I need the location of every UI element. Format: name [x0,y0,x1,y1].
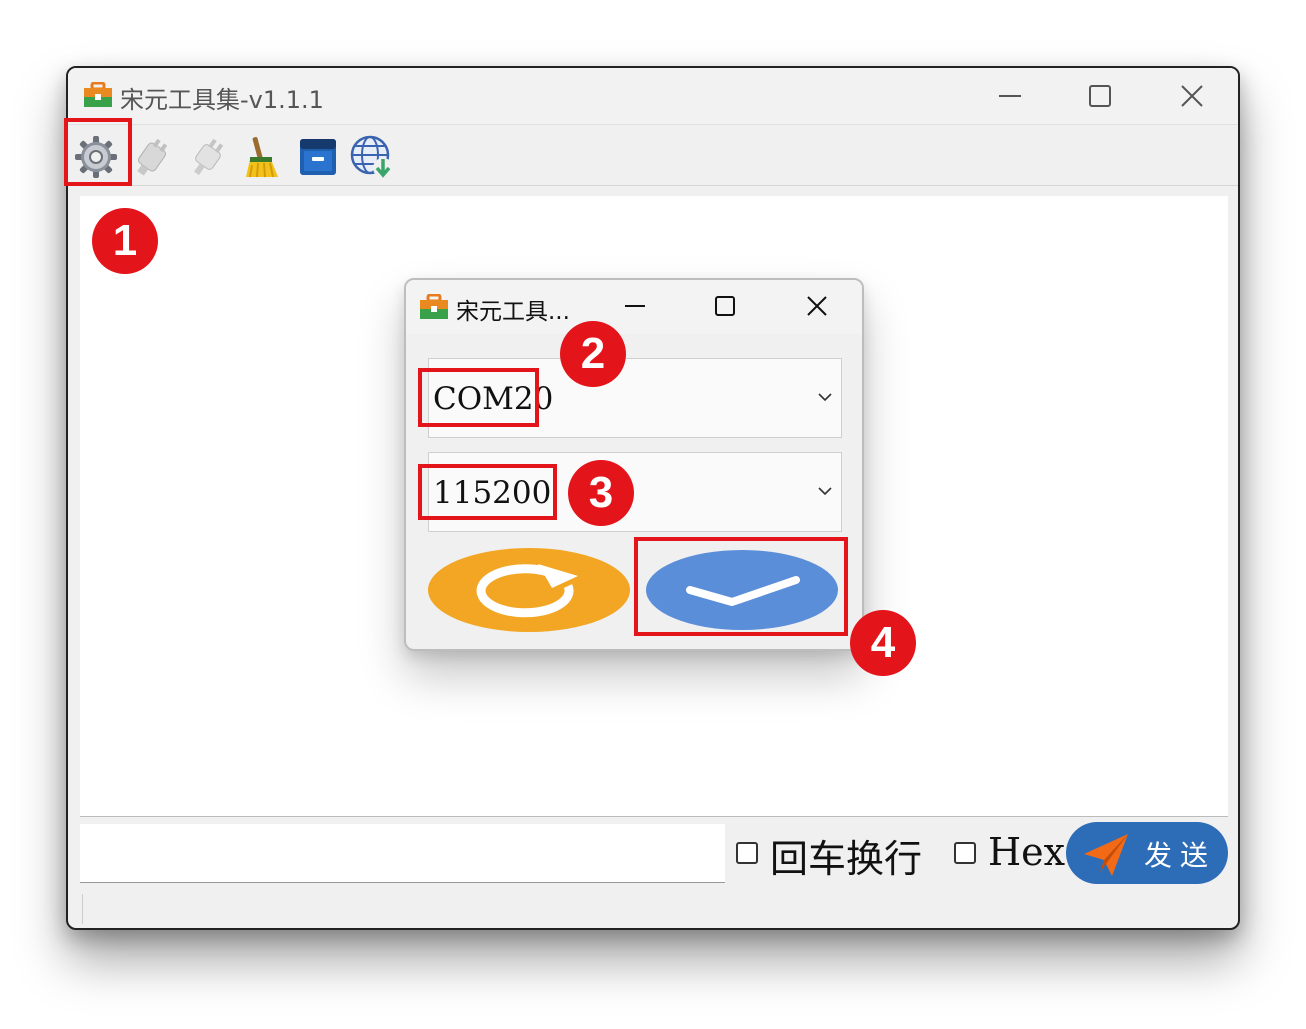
download-button[interactable] [348,133,396,181]
maximize-icon [715,296,735,316]
baud-highlight [418,464,557,520]
dialog-title-bar: 宋元工具... [406,280,862,334]
broom-icon [246,137,278,178]
save-button[interactable] [294,133,342,181]
plug-icon [137,138,168,176]
paper-plane-icon [1084,834,1128,876]
send-input[interactable] [80,824,725,883]
newline-checkbox[interactable] [736,842,758,864]
chevron-down-icon [818,393,832,402]
archive-icon [300,139,336,175]
toolbox-icon [84,82,112,107]
step-badge-1: 1 [92,208,158,274]
refresh-icon [428,548,630,632]
refresh-button[interactable] [428,548,630,632]
hex-checkbox[interactable] [954,842,976,864]
plug-icon [194,138,224,176]
maximize-icon [1089,85,1111,107]
clear-button[interactable] [238,133,286,181]
title-bar: 宋元工具集-v1.1.1 [68,68,1238,124]
dialog-title: 宋元工具... [456,299,570,325]
send-button[interactable]: 发送 [1066,822,1228,884]
dialog-maximize-button[interactable] [700,286,750,326]
disconnect-button[interactable] [184,133,232,181]
window-title: 宋元工具集-v1.1.1 [120,86,324,114]
send-label: 发送 [1144,839,1217,872]
chevron-down-icon [818,487,832,496]
dialog-minimize-button[interactable] [610,286,660,326]
dialog-close-button[interactable] [792,286,842,326]
connect-button[interactable] [128,133,176,181]
minimize-button[interactable] [980,76,1040,116]
hex-label: Hex [988,830,1066,874]
close-icon [807,296,827,316]
close-button[interactable] [1162,76,1222,116]
globe-download-icon [350,135,393,178]
close-icon [1181,85,1203,107]
step-badge-2: 2 [560,321,626,387]
toolbar [68,124,1238,186]
toolbox-icon [420,294,448,319]
settings-highlight [64,118,132,186]
step-badge-3: 3 [568,460,634,526]
minimize-icon [625,305,645,307]
confirm-highlight [634,537,848,636]
step-badge-4: 4 [850,610,916,676]
minimize-icon [999,95,1021,97]
port-highlight [418,368,539,427]
maximize-button[interactable] [1070,76,1130,116]
newline-label: 回车换行 [770,837,923,881]
status-bar [82,894,1238,924]
